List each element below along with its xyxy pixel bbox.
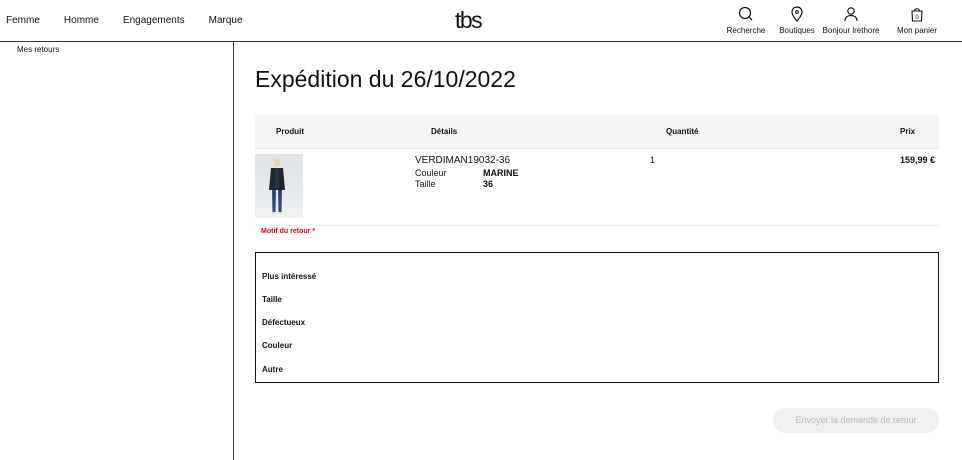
color-value: MARINE — [483, 168, 519, 178]
nav-femme[interactable]: Femme — [6, 15, 40, 26]
stores-label: Boutiques — [779, 26, 815, 35]
reason-option-taille[interactable]: Taille — [262, 295, 282, 304]
nav-engagements[interactable]: Engagements — [123, 15, 185, 26]
sidebar-item-mes-retours[interactable]: Mes retours — [17, 45, 59, 54]
return-reason-label: Motif du retour * — [261, 228, 316, 235]
svg-text:0: 0 — [915, 15, 919, 21]
header-quantity: Quantité — [666, 127, 699, 136]
nav-homme[interactable]: Homme — [64, 15, 99, 26]
table-header: Produit Détails Quantité Prix — [255, 115, 939, 149]
account-label: Bonjour lrethore — [822, 26, 880, 35]
search-label: Recherche — [726, 26, 766, 35]
return-reason-select[interactable]: Plus intéressé Taille Défectueux Couleur… — [255, 252, 939, 383]
reason-option-autre[interactable]: Autre — [262, 365, 283, 374]
table-row: VERDIMAN19032-36 Couleur MARINE Taille 3… — [255, 149, 939, 226]
bag-icon: 0 — [894, 6, 940, 24]
search-action[interactable]: Recherche — [723, 6, 769, 35]
cart-action[interactable]: 0 Mon panier — [894, 6, 940, 35]
product-details: VERDIMAN19032-36 Couleur MARINE Taille 3… — [415, 155, 519, 189]
search-icon — [723, 6, 769, 24]
size-attribute: Taille 36 — [415, 179, 519, 189]
color-label: Couleur — [415, 168, 447, 178]
header-details: Détails — [431, 127, 458, 136]
location-pin-icon — [776, 6, 818, 24]
product-image — [255, 154, 303, 218]
reason-option-plus-interesse[interactable]: Plus intéressé — [262, 272, 316, 281]
stores-action[interactable]: Boutiques — [776, 6, 818, 35]
account-action[interactable]: Bonjour lrethore — [819, 6, 883, 35]
user-icon — [819, 6, 883, 24]
logo-mark: tbs — [455, 7, 484, 33]
color-attribute: Couleur MARINE — [415, 168, 519, 178]
main-nav: Femme Homme Engagements Marque — [6, 15, 267, 26]
submit-return-button[interactable]: Envoyer la demande de retour — [773, 408, 939, 433]
size-label: Taille — [415, 179, 436, 189]
svg-text:tbs: tbs — [455, 7, 482, 33]
account-sidebar: Mes retours — [0, 42, 234, 460]
product-figure — [269, 159, 285, 214]
header-product: Produit — [276, 127, 304, 136]
product-price: 159,99 € — [899, 155, 935, 165]
reason-option-couleur[interactable]: Couleur — [262, 341, 292, 350]
cart-label: Mon panier — [896, 26, 938, 35]
header-price: Prix — [900, 127, 916, 136]
product-reference: VERDIMAN19032-36 — [415, 155, 511, 166]
reason-option-defectueux[interactable]: Défectueux — [262, 318, 305, 327]
main-content: Expédition du 26/10/2022 Produit Détails… — [234, 42, 962, 460]
tbs-logo[interactable]: tbs — [455, 6, 491, 34]
product-quantity: 1 — [650, 155, 656, 165]
page-title: Expédition du 26/10/2022 — [255, 66, 516, 92]
size-value: 36 — [483, 179, 494, 189]
nav-marque[interactable]: Marque — [209, 15, 243, 26]
site-header: Femme Homme Engagements Marque tbs Reche… — [0, 0, 962, 42]
